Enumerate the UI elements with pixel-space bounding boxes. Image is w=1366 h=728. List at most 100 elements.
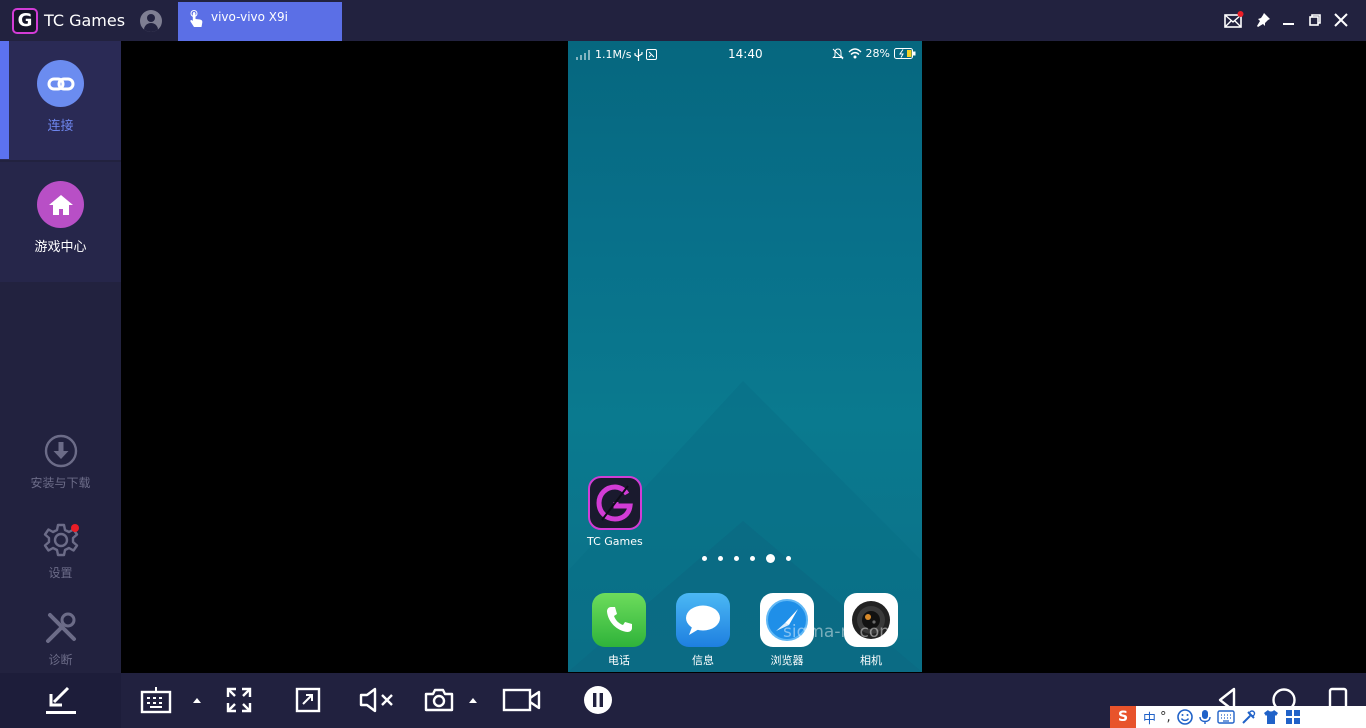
pin-icon: [1257, 13, 1270, 27]
tc-games-logo: G: [12, 7, 38, 34]
collapse-button[interactable]: [43, 683, 79, 717]
battery-percent: 28%: [865, 47, 890, 60]
settings-notification-dot: [71, 524, 79, 532]
status-bar: 1.1M/s 14:40 28%: [568, 41, 922, 67]
page-dot[interactable]: [702, 556, 707, 561]
sidebar-item-game-center[interactable]: 游戏中心: [0, 162, 121, 282]
restore-button[interactable]: [1305, 10, 1325, 30]
record-video-button[interactable]: [501, 683, 543, 717]
phone-app-tile: [592, 593, 646, 647]
screenshot-dropdown-button[interactable]: [466, 694, 480, 706]
tools-icon[interactable]: [1241, 709, 1257, 725]
usb-icon: [634, 48, 644, 61]
phone-screen[interactable]: 1.1M/s 14:40 28% TC Games 电话 信息 浏览器 相机 s…: [568, 41, 922, 672]
page-dot[interactable]: [734, 556, 739, 561]
phone-handset-icon: [607, 607, 632, 632]
close-button[interactable]: [1331, 10, 1351, 30]
grid-menu-icon[interactable]: [1285, 709, 1301, 725]
device-tab[interactable]: vivo-vivo X9i: [178, 2, 342, 41]
connect-circle: [37, 60, 84, 107]
skin-shirt-icon[interactable]: [1263, 709, 1279, 725]
device-tab-label: vivo-vivo X9i: [211, 10, 288, 24]
page-dot[interactable]: [786, 556, 791, 561]
browser-app-label: 浏览器: [770, 654, 804, 667]
camera-icon: [424, 688, 454, 712]
pause-icon: [584, 686, 612, 714]
messages-app-icon[interactable]: 信息: [676, 593, 730, 668]
tc-games-g-icon: [596, 484, 633, 522]
active-indicator: [0, 41, 9, 159]
mail-icon: [1224, 11, 1244, 28]
ime-language[interactable]: 中: [1143, 708, 1156, 727]
resize-icon: [295, 687, 321, 713]
restore-icon: [1309, 14, 1321, 26]
chat-bubble-icon: [686, 605, 720, 635]
phone-app-icon[interactable]: 电话: [592, 593, 646, 668]
status-left: 1.1M/s: [576, 48, 658, 61]
messages-app-tile: [676, 593, 730, 647]
keyboard-dropdown-button[interactable]: [190, 694, 204, 706]
download-icon: [44, 434, 77, 468]
screenshot-button[interactable]: [422, 683, 456, 717]
phone-app-label: 电话: [608, 654, 630, 667]
ime-punctuation[interactable]: °,: [1160, 710, 1171, 725]
arrow-down-left-icon: [46, 686, 76, 714]
sogou-logo[interactable]: S: [1110, 706, 1136, 728]
close-icon: [1334, 13, 1348, 27]
user-account-icon[interactable]: [140, 10, 162, 32]
alarm-off-icon: [831, 47, 844, 59]
home-icon: [48, 194, 73, 215]
sidebar-item-settings[interactable]: 设置: [0, 522, 121, 581]
logo-letter: G: [17, 10, 33, 31]
expand-icon: [226, 687, 252, 713]
sidebar-item-install[interactable]: 安装与下载: [0, 434, 121, 491]
network-speed: 1.1M/s: [595, 48, 632, 61]
window-size-button[interactable]: [291, 683, 325, 717]
caret-up-icon: [469, 698, 477, 703]
microphone-icon[interactable]: [1198, 709, 1211, 725]
pause-button[interactable]: [582, 684, 614, 716]
page-dot-active[interactable]: [766, 554, 775, 563]
soft-keyboard-icon[interactable]: [1216, 710, 1235, 724]
touch-hand-icon: [190, 10, 203, 27]
pin-button[interactable]: [1253, 10, 1273, 30]
connect-label: 连接: [47, 119, 74, 134]
link-icon: [47, 77, 74, 90]
fullscreen-button[interactable]: [222, 683, 256, 717]
camera-app-label: 相机: [860, 654, 882, 667]
screen-cast-icon: [646, 49, 658, 60]
caret-up-icon: [193, 698, 201, 703]
status-right: 28%: [831, 47, 916, 60]
tools-icon: [45, 612, 76, 643]
keyboard-mapping-button[interactable]: [138, 683, 174, 717]
status-time: 14:40: [728, 47, 763, 61]
video-camera-icon: [502, 688, 541, 712]
battery-charging-icon: [894, 48, 916, 59]
page-indicator: [702, 554, 791, 563]
ime-logo-letter: S: [1117, 709, 1129, 725]
mute-button[interactable]: [356, 683, 398, 717]
messages-app-label: 信息: [692, 654, 714, 667]
message-button[interactable]: [1224, 10, 1244, 30]
page-dot[interactable]: [750, 556, 755, 561]
app-title: TC Games: [44, 11, 126, 30]
tc-games-app-label: TC Games: [587, 535, 643, 548]
minimize-button[interactable]: [1279, 10, 1299, 30]
signal-icon: [576, 49, 590, 60]
settings-label: 设置: [48, 566, 73, 580]
emoji-icon[interactable]: [1176, 709, 1193, 725]
title-bar: G TC Games vivo-vivo X9i: [0, 0, 1366, 41]
watermark-text: sigma-rt.com: [783, 622, 896, 642]
sidebar: 连接 游戏中心 安装与下载 设置 诊断: [0, 41, 121, 673]
tc-games-app-icon[interactable]: TC Games: [587, 476, 643, 548]
tc-games-logo-tile: [587, 476, 642, 530]
tc-games-window: G TC Games vivo-vivo X9i 连接 游戏中心 安装与下载 设…: [0, 0, 1366, 728]
sidebar-item-connect[interactable]: 连接: [0, 41, 121, 160]
install-label: 安装与下载: [30, 476, 91, 490]
minimize-icon: [1283, 23, 1294, 25]
sidebar-item-diagnose[interactable]: 诊断: [0, 611, 121, 668]
page-dot[interactable]: [718, 556, 723, 561]
speaker-muted-icon: [359, 687, 393, 713]
game-center-label: 游戏中心: [34, 240, 87, 255]
ime-toolbar: S 中 °,: [1110, 706, 1366, 728]
